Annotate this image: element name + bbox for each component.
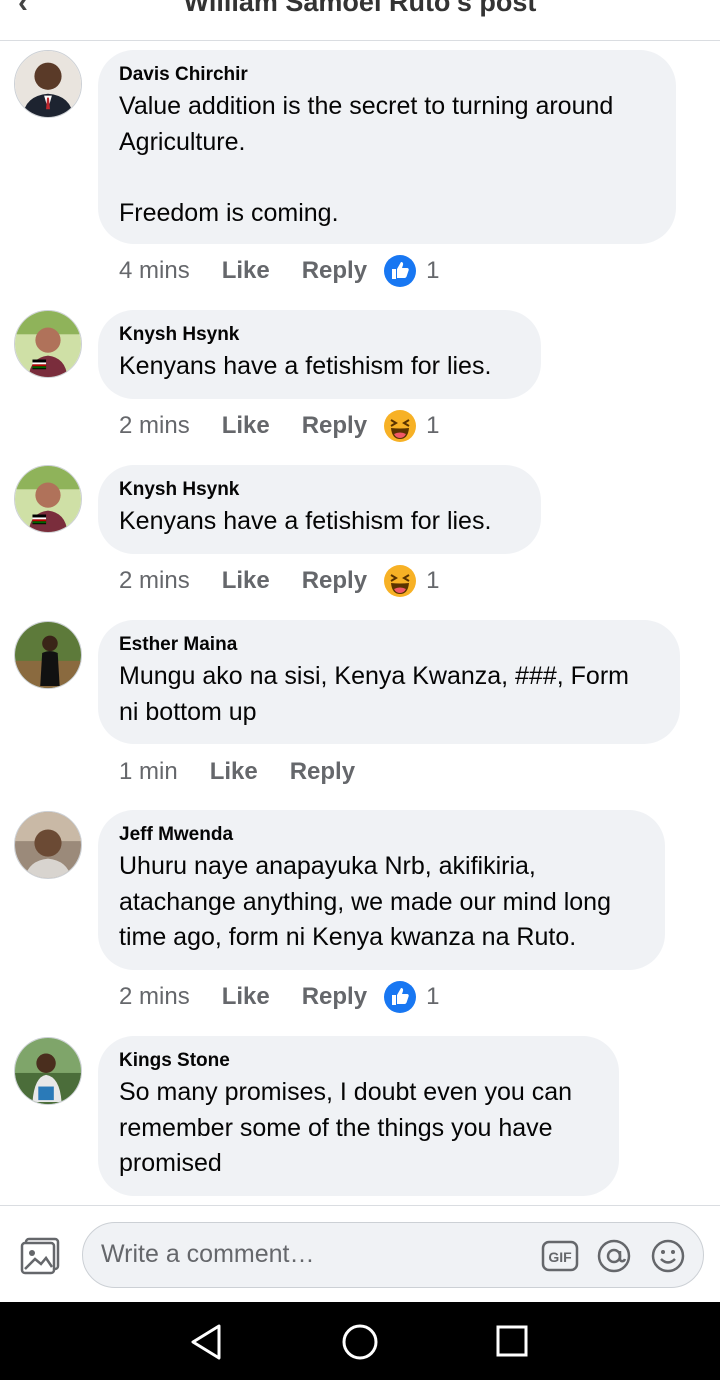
comment-text: Mungu ako na sisi, Kenya Kwanza, ###, Fo… <box>119 662 629 726</box>
like-reaction-icon[interactable] <box>383 980 417 1014</box>
comment-text: Value addition is the secret to turning … <box>119 92 614 227</box>
comment-author[interactable]: Davis Chirchir <box>119 64 654 86</box>
avatar[interactable] <box>14 811 82 879</box>
page-title: William Samoei Ruto's post <box>183 0 537 17</box>
comment-author[interactable]: Jeff Mwenda <box>119 824 643 846</box>
comment-text: So many promises, I doubt even you can r… <box>119 1078 573 1177</box>
reply-button[interactable]: Reply <box>302 983 367 1011</box>
comment-text: Kenyans have a fetishism for lies. <box>119 352 492 380</box>
reaction-count[interactable]: 1 <box>426 567 439 595</box>
comment-time[interactable]: 2 mins <box>119 983 190 1011</box>
comment-author[interactable]: Kings Stone <box>119 1050 597 1072</box>
comment-bubble: Davis Chirchir Value addition is the sec… <box>98 50 676 244</box>
reply-button[interactable]: Reply <box>302 257 367 285</box>
like-button[interactable]: Like <box>222 257 270 285</box>
comment-actions: 2 mins Like Reply 1 <box>119 979 439 1015</box>
at-icon[interactable] <box>596 1238 632 1274</box>
system-nav-bar <box>0 1302 720 1380</box>
reply-button[interactable]: Reply <box>290 758 355 786</box>
like-button[interactable]: Like <box>222 412 270 440</box>
comment-bubble: Jeff Mwenda Uhuru naye anapayuka Nrb, ak… <box>98 810 665 970</box>
post-header: ‹ William Samoei Ruto's post <box>0 0 720 41</box>
comment-bubble: Kings Stone So many promises, I doubt ev… <box>98 1036 619 1196</box>
like-button[interactable]: Like <box>222 567 270 595</box>
nav-recents-icon[interactable] <box>495 1324 529 1358</box>
avatar[interactable] <box>14 50 82 118</box>
like-button[interactable]: Like <box>222 983 270 1011</box>
svg-text:GIF: GIF <box>548 1249 572 1265</box>
nav-back-icon[interactable] <box>188 1323 224 1361</box>
haha-reaction-icon[interactable] <box>383 564 417 598</box>
comment-time[interactable]: 2 mins <box>119 412 190 440</box>
avatar[interactable] <box>14 310 82 378</box>
comment-input[interactable]: Write a comment… GIF <box>82 1222 704 1288</box>
comment-time[interactable]: 4 mins <box>119 257 190 285</box>
like-reaction-icon[interactable] <box>383 254 417 288</box>
reaction-count[interactable]: 1 <box>426 412 439 440</box>
comment-time[interactable]: 2 mins <box>119 567 190 595</box>
like-button[interactable]: Like <box>210 758 258 786</box>
comment-actions: 2 mins Like Reply 1 <box>119 408 439 444</box>
avatar[interactable] <box>14 465 82 533</box>
comment-composer: Write a comment… GIF <box>0 1205 720 1302</box>
comment-text: Uhuru naye anapayuka Nrb, akifikiria, at… <box>119 852 611 951</box>
reaction-count[interactable]: 1 <box>426 257 439 285</box>
comment-bubble: Esther Maina Mungu ako na sisi, Kenya Kw… <box>98 620 680 744</box>
comment-time[interactable]: 1 min <box>119 758 178 786</box>
comment-author[interactable]: Esther Maina <box>119 634 658 656</box>
comment-text: Kenyans have a fetishism for lies. <box>119 507 492 535</box>
avatar[interactable] <box>14 1037 82 1105</box>
comment-author[interactable]: Knysh Hsynk <box>119 479 519 501</box>
comment-actions: 4 mins Like Reply 1 <box>119 253 439 289</box>
comment-bubble: Knysh Hsynk Kenyans have a fetishism for… <box>98 465 541 554</box>
photo-icon[interactable] <box>20 1237 60 1275</box>
emoji-icon[interactable] <box>650 1238 686 1274</box>
nav-home-icon[interactable] <box>341 1323 379 1361</box>
comment-bubble: Knysh Hsynk Kenyans have a fetishism for… <box>98 310 541 399</box>
reaction-count[interactable]: 1 <box>426 983 439 1011</box>
comment-actions: 1 min Like Reply <box>119 754 355 790</box>
reply-button[interactable]: Reply <box>302 412 367 440</box>
reply-button[interactable]: Reply <box>302 567 367 595</box>
haha-reaction-icon[interactable] <box>383 409 417 443</box>
comment-placeholder[interactable]: Write a comment… <box>101 1240 314 1269</box>
comment-actions: 2 mins Like Reply 1 <box>119 563 439 599</box>
comment-author[interactable]: Knysh Hsynk <box>119 324 519 346</box>
gif-icon[interactable]: GIF <box>541 1240 579 1272</box>
avatar[interactable] <box>14 621 82 689</box>
